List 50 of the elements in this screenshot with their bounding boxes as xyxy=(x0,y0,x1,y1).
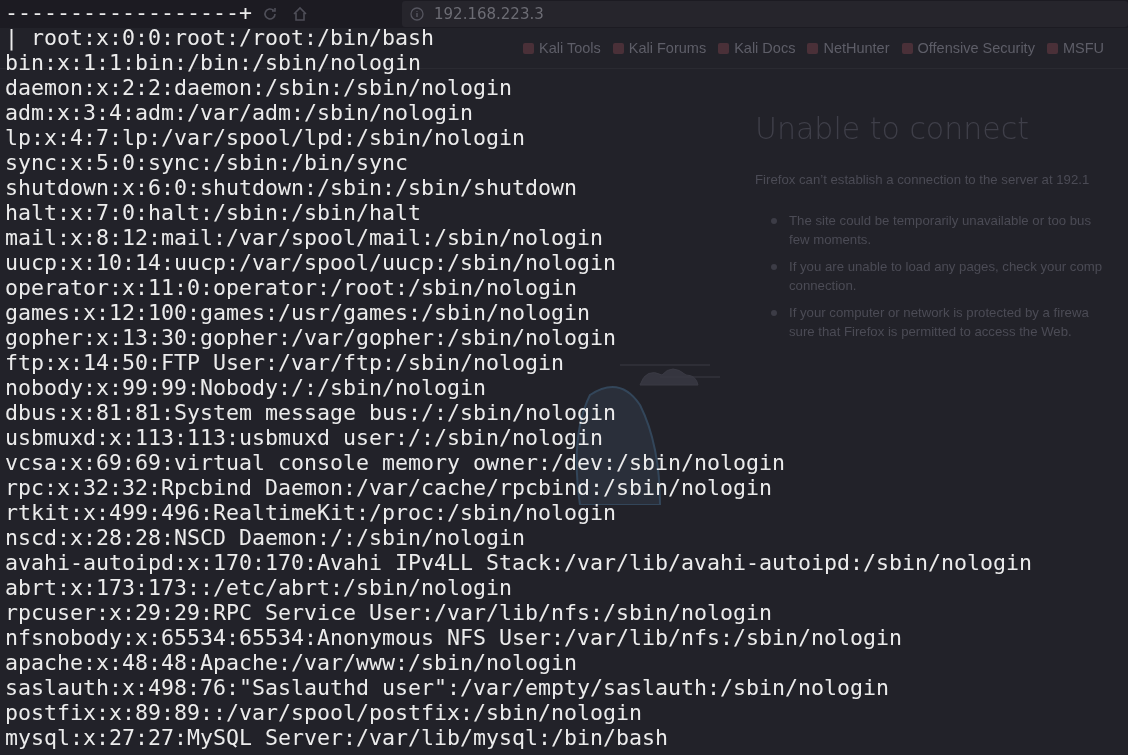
terminal-line: saslauth:x:498:76:"Saslauthd user":/var/empty/saslauth:/sbin/nologin xyxy=(4,675,890,700)
bookmark-icon xyxy=(717,41,731,55)
terminal-line: mysql:x:27:27:MySQL Server:/var/lib/mysql:/bin/bash xyxy=(4,725,669,750)
terminal-line: avahi-autoipd:x:170:170:Avahi IPv4LL Stack:/var/lib/avahi-autoipd:/sbin/nologin xyxy=(4,550,1033,575)
bullet-icon xyxy=(771,218,777,224)
terminal-line: dbus:x:81:81:System message bus:/:/sbin/nologin xyxy=(4,400,617,425)
terminal-line: rpcuser:x:29:29:RPC Service User:/var/lib/nfs:/sbin/nologin xyxy=(4,600,773,625)
terminal-line: ftp:x:14:50:FTP User:/var/ftp:/sbin/nologin xyxy=(4,350,565,375)
bookmark-link[interactable]: NetHunter xyxy=(806,40,890,56)
bookmark-icon xyxy=(1045,41,1059,55)
bookmark-link[interactable]: Offensive Security xyxy=(900,40,1035,56)
bullet-icon xyxy=(771,310,777,316)
bookmark-icon xyxy=(522,41,535,55)
bookmark-link[interactable]: Kali Tools xyxy=(522,40,601,56)
terminal-line: sync:x:5:0:sync:/sbin:/bin/sync xyxy=(4,150,409,175)
bookmark-icon xyxy=(611,41,625,55)
terminal-line: usbmuxd:x:113:113:usbmuxd user:/:/sbin/nologin xyxy=(4,425,604,450)
bookmark-link[interactable]: Kali Forums xyxy=(611,40,707,56)
terminal-line: apache:x:48:48:Apache:/var/www:/sbin/nologin xyxy=(4,650,578,675)
terminal-line: mail:x:8:12:mail:/var/spool/mail:/sbin/nologin xyxy=(4,225,604,250)
bookmark-icon xyxy=(900,41,914,55)
terminal-line: rtkit:x:499:496:RealtimeKit:/proc:/sbin/nologin xyxy=(4,500,617,525)
bullet-icon xyxy=(771,264,777,270)
terminal-line: ------------------+ xyxy=(4,0,252,25)
terminal-line: vcsa:x:69:69:virtual console memory owner:/dev:/sbin/nologin xyxy=(4,450,786,475)
terminal-line: abrt:x:173:173::/etc/abrt:/sbin/nologin xyxy=(4,575,513,600)
terminal-line: nfsnobody:x:65534:65534:Anonymous NFS User:/var/lib/nfs:/sbin/nologin xyxy=(4,625,903,650)
terminal-line: daemon:x:2:2:daemon:/sbin:/sbin/nologin xyxy=(4,75,513,100)
bookmark-link[interactable]: Kali Docs xyxy=(717,40,796,56)
home-icon[interactable] xyxy=(292,6,308,22)
terminal-line: | root:x:0:0:root:/root:/bin/bash xyxy=(4,25,435,50)
terminal-line: postfix:x:89:89::/var/spool/postfix:/sbin/nologin xyxy=(4,700,643,725)
terminal-line: gopher:x:13:30:gopher:/var/gopher:/sbin/nologin xyxy=(4,325,617,350)
terminal-line: bin:x:1:1:bin:/bin:/sbin/nologin xyxy=(4,50,422,75)
address-bar[interactable]: 192.168.223.3 xyxy=(402,1,1128,27)
terminal-line: rpc:x:32:32:Rpcbind Daemon:/var/cache/rpcbind:/sbin/nologin xyxy=(4,475,773,500)
terminal-line: nobody:x:99:99:Nobody:/:/sbin/nologin xyxy=(4,375,487,400)
reload-icon[interactable] xyxy=(262,6,278,22)
terminal-line: adm:x:3:4:adm:/var/adm:/sbin/nologin xyxy=(4,100,474,125)
terminal-line: halt:x:7:0:halt:/sbin:/sbin/halt xyxy=(4,200,422,225)
info-icon[interactable] xyxy=(410,7,424,21)
url-text: 192.168.223.3 xyxy=(434,5,544,23)
terminal-line: operator:x:11:0:operator:/root:/sbin/nologin xyxy=(4,275,578,300)
terminal-line: nscd:x:28:28:NSCD Daemon:/:/sbin/nologin xyxy=(4,525,526,550)
bookmark-icon xyxy=(806,41,820,55)
terminal-line: lp:x:4:7:lp:/var/spool/lpd:/sbin/nologin xyxy=(4,125,526,150)
terminal-line: shutdown:x:6:0:shutdown:/sbin:/sbin/shutdown xyxy=(4,175,578,200)
terminal-line: uucp:x:10:14:uucp:/var/spool/uucp:/sbin/nologin xyxy=(4,250,617,275)
terminal-line: games:x:12:100:games:/usr/games:/sbin/nologin xyxy=(4,300,591,325)
bookmark-link[interactable]: MSFU xyxy=(1045,40,1104,56)
